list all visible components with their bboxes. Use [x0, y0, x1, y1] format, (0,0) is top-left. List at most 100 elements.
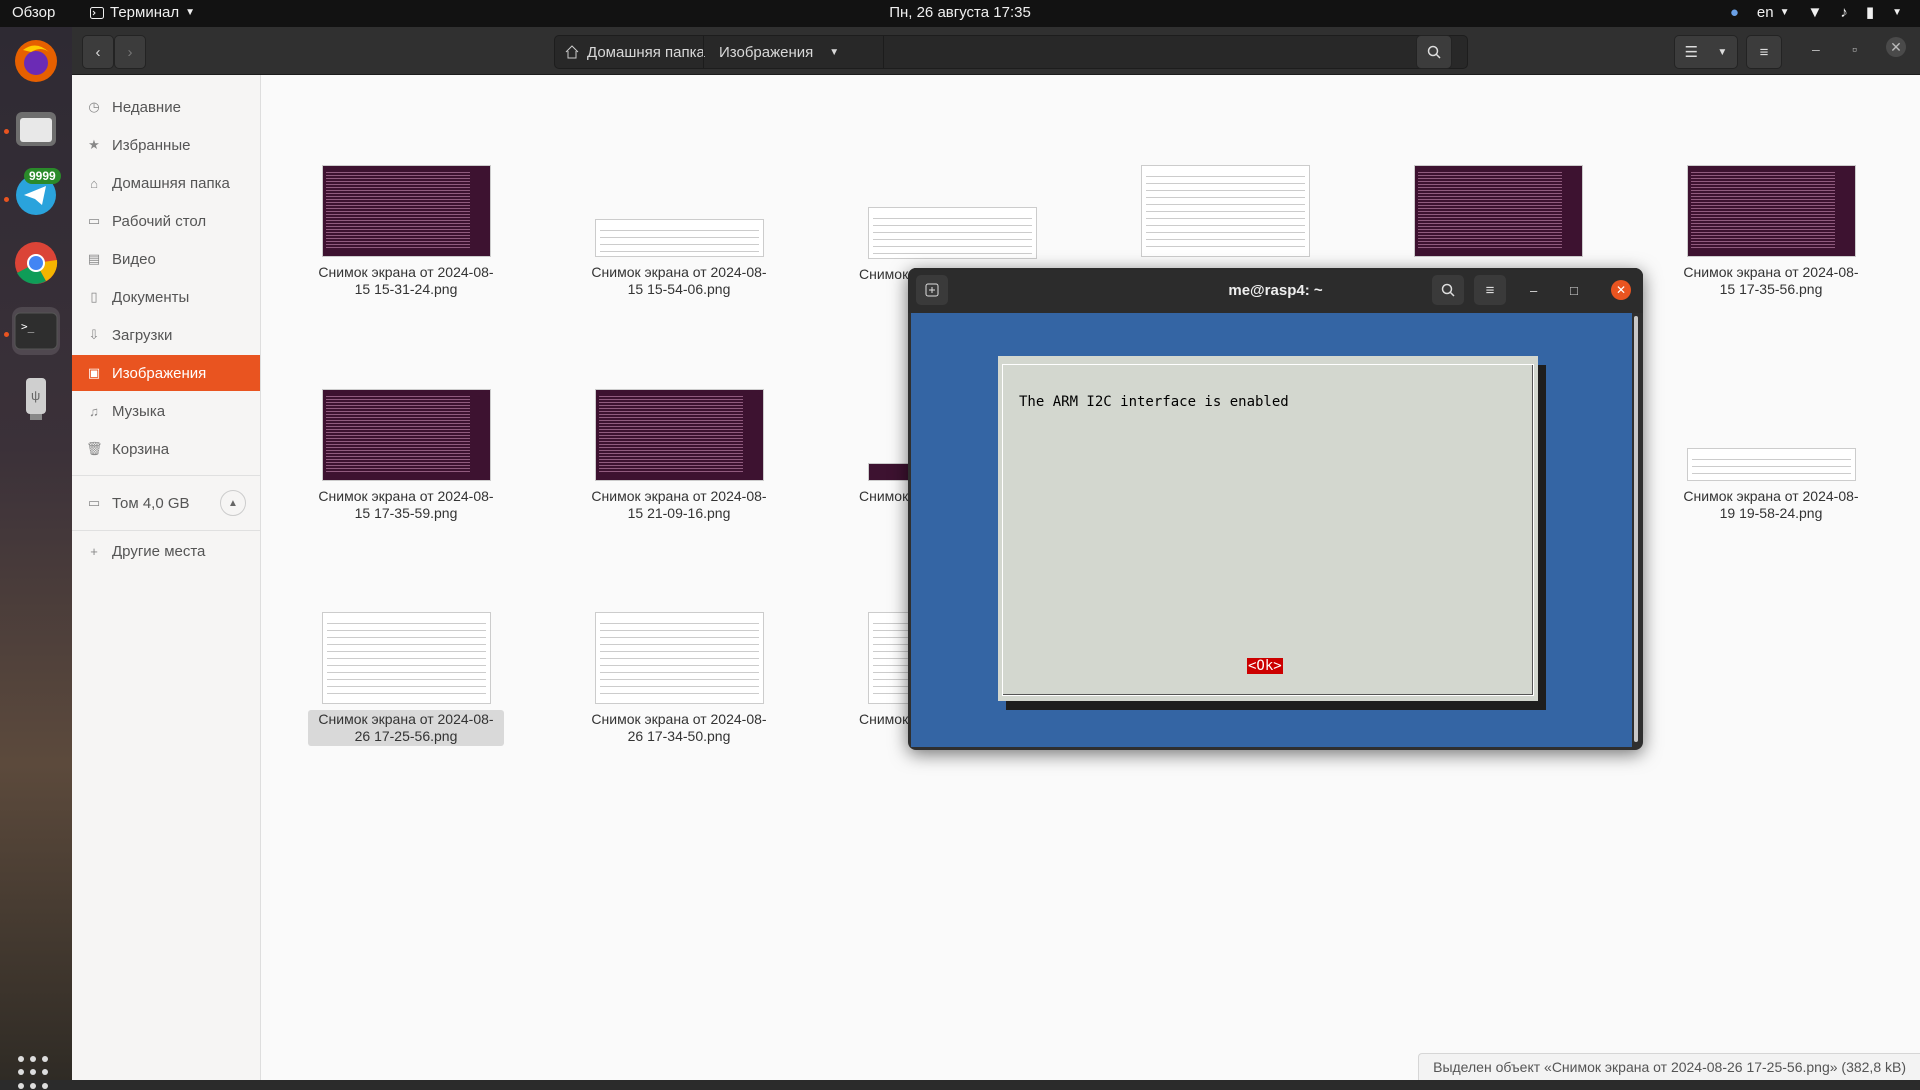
- search-icon: [1427, 45, 1441, 59]
- hamburger-icon: ≡: [1759, 43, 1769, 61]
- search-button[interactable]: [1432, 275, 1464, 305]
- grid-dot: [42, 1069, 48, 1076]
- clock[interactable]: Пн, 26 августа 17:35: [0, 4, 1920, 21]
- firefox-launcher[interactable]: [12, 37, 60, 85]
- plus-icon: +: [90, 543, 98, 559]
- app-menu-label: Терминал: [110, 4, 180, 21]
- sidebar-item-other-locations[interactable]: + Другие места: [72, 533, 260, 569]
- close-button[interactable]: ✕: [1886, 37, 1906, 57]
- grid-dot: [30, 1056, 36, 1062]
- file-item[interactable]: Снимок экрана от 2024-08- 19 19-58-24.png: [1673, 448, 1869, 523]
- file-item[interactable]: Снимок экрана от 2024-08- 15 17-35-59.png: [308, 389, 504, 523]
- menu-button[interactable]: ≡: [1474, 275, 1506, 305]
- terminal-launcher[interactable]: >_: [12, 307, 60, 355]
- activities-button[interactable]: Обзор: [12, 4, 55, 21]
- sidebar-item-recent[interactable]: ◷ Недавние: [72, 89, 260, 125]
- maximize-button[interactable]: □: [1570, 283, 1578, 298]
- file-item[interactable]: Снимок экрана от 2024-08- 26 17-34-50.png: [581, 612, 777, 746]
- files-headerbar: ‹ › Домашняя папка Изображения ▼ ☰ ▼ ≡ –…: [72, 27, 1920, 75]
- sidebar-item-downloads[interactable]: ⇩ Загрузки: [72, 317, 260, 353]
- path-bar: Домашняя папка Изображения ▼: [554, 35, 1468, 69]
- view-toggle-button[interactable]: ☰ ▼: [1674, 35, 1738, 69]
- close-button[interactable]: ✕: [1611, 280, 1631, 300]
- network-globe-icon[interactable]: ●: [1730, 4, 1739, 21]
- sidebar-item-pictures[interactable]: ▣ Изображения: [72, 355, 260, 391]
- terminal-content[interactable]: The ARM I2C interface is enabled <Ok>: [911, 313, 1640, 747]
- sidebar-item-videos[interactable]: ▤ Видео: [72, 241, 260, 277]
- ok-button[interactable]: <Ok>: [1247, 658, 1283, 674]
- sidebar-divider: [72, 530, 260, 531]
- forward-button[interactable]: ›: [114, 35, 146, 69]
- battery-icon: ▮: [1865, 4, 1875, 21]
- file-thumbnail: [867, 207, 1037, 259]
- files-launcher[interactable]: [12, 104, 60, 152]
- picture-icon: ▣: [87, 365, 101, 380]
- app-menu[interactable]: Терминал ▼: [90, 4, 195, 21]
- places-sidebar: ◷ Недавние ★ Избранные ⌂ Домашняя папка ▭ Ра…: [72, 75, 261, 1080]
- language-indicator[interactable]: en ▼: [1757, 4, 1790, 21]
- search-button[interactable]: [1416, 35, 1452, 69]
- eject-button[interactable]: ▲: [220, 490, 246, 516]
- sidebar-item-music[interactable]: ♫ Музыка: [72, 393, 260, 429]
- sidebar-item-trash[interactable]: 🗑 Корзина: [72, 431, 260, 467]
- sidebar-item-label: Документы: [112, 288, 190, 306]
- chevron-down-icon: ▼: [829, 46, 840, 58]
- terminal-window[interactable]: me@rasp4: ~ ≡ – □ ✕ The ARM I2C interfac…: [908, 268, 1643, 750]
- chevron-down-icon: ▼: [1717, 46, 1728, 58]
- star-icon: ★: [88, 137, 100, 152]
- sidebar-item-home[interactable]: ⌂ Домашняя папка: [72, 165, 260, 201]
- file-name: Снимок экрана от 2024-08- 26 17-34-50.png: [591, 711, 767, 744]
- path-separator: [883, 36, 884, 68]
- grid-dot: [18, 1082, 24, 1089]
- sidebar-item-desktop[interactable]: ▭ Рабочий стол: [72, 203, 260, 239]
- minimize-button[interactable]: –: [1530, 283, 1537, 298]
- file-thumbnail: [321, 389, 491, 481]
- running-indicator: [4, 197, 9, 202]
- chevron-down-icon: ▼: [185, 7, 195, 18]
- chevron-down-icon: ▼: [1779, 6, 1790, 18]
- grid-dot: [42, 1056, 48, 1062]
- running-indicator: [4, 129, 9, 134]
- path-current[interactable]: Изображения ▼: [719, 36, 839, 68]
- show-apps-button[interactable]: [18, 1056, 52, 1090]
- maximize-button[interactable]: ▫: [1852, 41, 1857, 57]
- path-home-label: Домашняя папка: [587, 43, 705, 61]
- file-name: Снимок экрана от 2024-08- 15 21-09-16.png: [591, 488, 767, 521]
- drive-icon: ▭: [87, 495, 101, 510]
- file-item[interactable]: Снимок экрана от 2024-08- 26 17-25-56.png: [308, 612, 504, 746]
- music-icon: ♫: [89, 403, 99, 419]
- files-icon: [16, 112, 56, 146]
- svg-text:>_: >_: [21, 320, 35, 333]
- svg-text:ψ: ψ: [31, 388, 40, 403]
- path-current-label: Изображения: [719, 43, 814, 61]
- hamburger-icon: ≡: [1485, 281, 1495, 299]
- path-home[interactable]: Домашняя папка: [565, 36, 705, 68]
- document-icon: ▯: [90, 289, 98, 304]
- sidebar-item-label: Загрузки: [112, 326, 173, 344]
- sidebar-divider: [72, 475, 260, 476]
- chevron-right-icon: ›: [127, 43, 133, 61]
- chrome-launcher[interactable]: [12, 239, 60, 287]
- sidebar-item-label: Недавние: [112, 98, 181, 116]
- menu-button[interactable]: ≡: [1746, 35, 1782, 69]
- scrollbar[interactable]: [1632, 313, 1640, 747]
- system-tray[interactable]: ● en ▼ ▼ ♪ ▮ ▼: [1730, 3, 1902, 22]
- sidebar-item-volume[interactable]: ▭ Том 4,0 GB ▲: [72, 485, 260, 521]
- sidebar-item-starred[interactable]: ★ Избранные: [72, 127, 260, 163]
- raspi-config-dialog: The ARM I2C interface is enabled <Ok>: [998, 356, 1538, 701]
- file-item[interactable]: Снимок экрана от 2024-08- 15 21-09-16.png: [581, 389, 777, 523]
- file-item[interactable]: [1400, 165, 1596, 257]
- file-item[interactable]: Снимок экрана от 2024-08- 15 17-35-56.png: [1673, 165, 1869, 299]
- minimize-button[interactable]: –: [1812, 41, 1820, 57]
- file-thumbnail: [594, 219, 764, 257]
- usb-drive-launcher[interactable]: ψ: [12, 375, 60, 423]
- file-item[interactable]: [1127, 165, 1323, 257]
- file-item[interactable]: Снимок экрана от 2024-08- 15 15-54-06.png: [581, 219, 777, 299]
- file-name: Снимок экрана от 2024-08- 26 17-25-56.png: [308, 710, 504, 746]
- file-item[interactable]: Снимок экрана от 2024-08- 15 15-31-24.png: [308, 165, 504, 299]
- sidebar-item-label: Музыка: [112, 402, 166, 420]
- back-button[interactable]: ‹: [82, 35, 114, 69]
- sidebar-item-documents[interactable]: ▯ Документы: [72, 279, 260, 315]
- sidebar-item-label: Том 4,0 GB: [112, 494, 190, 512]
- scrollbar-thumb[interactable]: [1634, 316, 1638, 742]
